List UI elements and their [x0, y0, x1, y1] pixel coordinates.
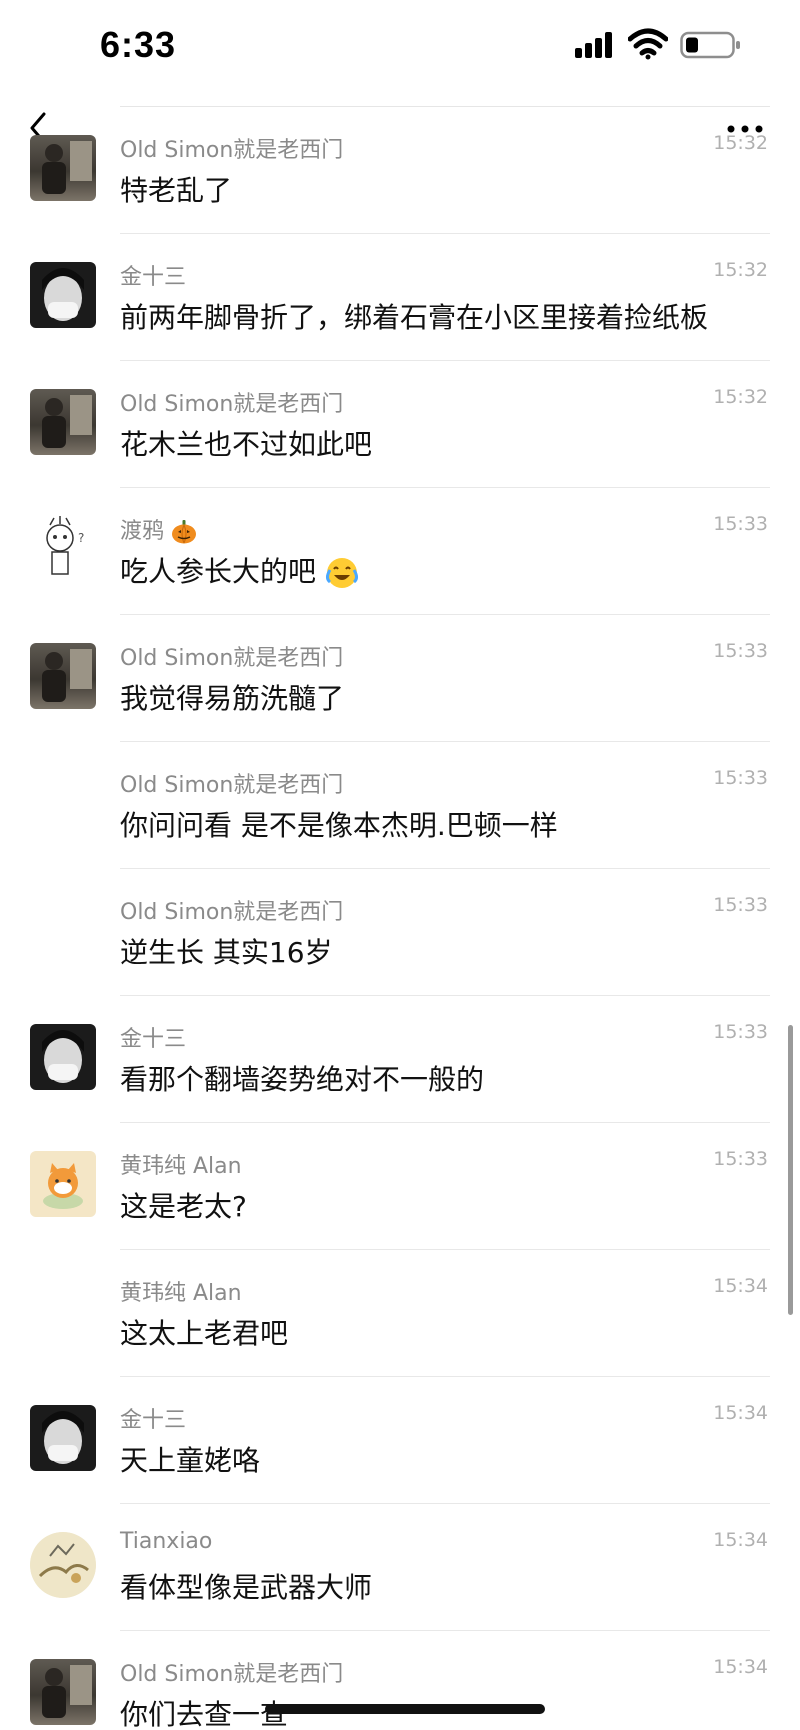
message-text: 前两年脚骨折了，绑着石膏在小区里接着捡纸板	[120, 301, 709, 334]
svg-text:?: ?	[78, 531, 84, 545]
signal-icon	[575, 32, 617, 58]
pumpkin-emoji	[172, 520, 197, 544]
wifi-icon	[628, 28, 668, 60]
laughing-crying-emoji	[325, 558, 358, 588]
avatar[interactable]	[30, 643, 96, 709]
status-bar: 6:33	[0, 0, 800, 100]
message-time: 15:34	[713, 1656, 768, 1678]
message-text: 看那个翻墙姿势绝对不一般的	[120, 1063, 485, 1096]
message-time: 15:33	[713, 1148, 768, 1170]
message-text-content: 吃人参长大的吧	[120, 555, 317, 588]
message-text: 这太上老君吧	[120, 1317, 289, 1350]
avatar[interactable]: ?	[30, 516, 96, 582]
message-text: 你问问看 是不是像本杰明.巴顿一样	[120, 809, 558, 842]
sender-name: Old Simon就是老西门	[120, 1662, 344, 1687]
home-indicator[interactable]	[265, 1704, 545, 1714]
sender-name: Old Simon就是老西门	[120, 646, 344, 671]
sender-name: Old Simon就是老西门	[120, 900, 344, 925]
chat-message[interactable]: Old Simon就是老西门 15:33 逆生长 其实16岁	[0, 869, 800, 996]
avatar[interactable]	[30, 1405, 96, 1471]
message-time: 15:32	[713, 386, 768, 408]
chat-message[interactable]: ? 渡鸦 15:33 吃人参长大的吧	[0, 488, 800, 615]
message-text: 这是老太?	[120, 1190, 247, 1223]
sender-name: Tianxiao	[120, 1529, 213, 1554]
chat-message[interactable]: 金十三 15:33 看那个翻墙姿势绝对不一般的	[0, 996, 800, 1123]
sender-name: Old Simon就是老西门	[120, 392, 344, 417]
message-text: 我觉得易筋洗髓了	[120, 682, 345, 715]
message-time: 15:32	[713, 259, 768, 281]
chat-message[interactable]: Old Simon就是老西门 15:33 我觉得易筋洗髓了	[0, 615, 800, 742]
message-time: 15:33	[713, 894, 768, 916]
status-time: 6:33	[100, 24, 177, 65]
chat-message[interactable]: Old Simon就是老西门 15:32 花木兰也不过如此吧	[0, 361, 800, 488]
chat-message[interactable]: Old Simon就是老西门 15:34 你们去查一查	[0, 1631, 800, 1730]
message-text: 天上童姥咯	[120, 1444, 261, 1477]
message-list[interactable]: Old Simon就是老西门 15:32 特老乱了 金十三 15:32 前两年脚…	[0, 107, 800, 1730]
sender-name: 渡鸦	[120, 513, 197, 545]
chat-message[interactable]: 金十三 15:32 前两年脚骨折了，绑着石膏在小区里接着捡纸板	[0, 234, 800, 361]
avatar[interactable]	[30, 389, 96, 455]
avatar[interactable]	[30, 1532, 96, 1598]
chat-message[interactable]: 黄玮纯 Alan 15:33 这是老太?	[0, 1123, 800, 1250]
message-time: 15:34	[713, 1529, 768, 1551]
message-time: 15:34	[713, 1275, 768, 1297]
sender-name-text: 渡鸦	[120, 519, 165, 544]
sender-name: Old Simon就是老西门	[120, 138, 344, 163]
avatar[interactable]	[30, 262, 96, 328]
avatar[interactable]	[30, 1151, 96, 1217]
message-time: 15:33	[713, 640, 768, 662]
sender-name: 黄玮纯 Alan	[120, 1281, 242, 1306]
sender-name: 黄玮纯 Alan	[120, 1154, 242, 1179]
chat-screen: 6:33 Old Simon就是老西门 15:32 特老乱了 金十三 15:32…	[0, 0, 800, 1730]
message-time: 15:33	[713, 767, 768, 789]
chat-message[interactable]: Old Simon就是老西门 15:33 你问问看 是不是像本杰明.巴顿一样	[0, 742, 800, 869]
avatar[interactable]	[30, 135, 96, 201]
message-time: 15:33	[713, 1021, 768, 1043]
message-time: 15:34	[713, 1402, 768, 1424]
message-text: 花木兰也不过如此吧	[120, 428, 373, 461]
message-text: 逆生长 其实16岁	[120, 936, 333, 969]
message-time: 15:33	[713, 513, 768, 535]
sender-name: Old Simon就是老西门	[120, 773, 344, 798]
message-text: 吃人参长大的吧	[120, 550, 359, 590]
sender-name: 金十三	[120, 1027, 187, 1052]
sender-name: 金十三	[120, 1408, 187, 1433]
chat-message[interactable]: Tianxiao 15:34 看体型像是武器大师	[0, 1504, 800, 1631]
scrollbar[interactable]	[788, 1025, 793, 1315]
sender-name: 金十三	[120, 265, 187, 290]
battery-icon	[680, 31, 740, 59]
chat-message[interactable]: 黄玮纯 Alan 15:34 这太上老君吧	[0, 1250, 800, 1377]
chat-message[interactable]: 金十三 15:34 天上童姥咯	[0, 1377, 800, 1504]
avatar[interactable]	[30, 1024, 96, 1090]
message-text: 你们去查一查	[120, 1698, 289, 1730]
message-text: 看体型像是武器大师	[120, 1571, 373, 1604]
chat-message[interactable]: Old Simon就是老西门 15:32 特老乱了	[0, 107, 800, 234]
message-text: 特老乱了	[120, 174, 233, 207]
message-time: 15:32	[713, 132, 768, 154]
avatar[interactable]	[30, 1659, 96, 1725]
